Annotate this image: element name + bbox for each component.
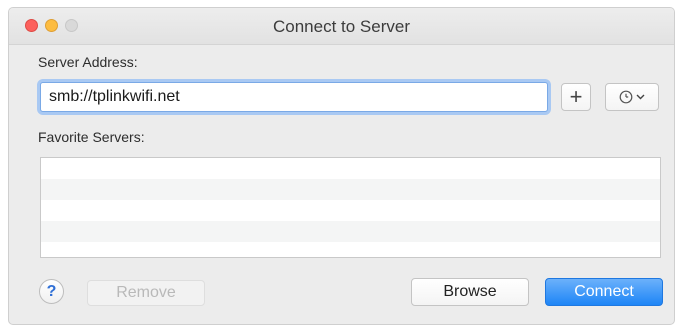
server-address-input[interactable] xyxy=(40,82,548,112)
browse-button[interactable]: Browse xyxy=(411,278,529,306)
favorite-servers-list[interactable] xyxy=(40,157,661,258)
chevron-down-icon xyxy=(636,94,645,100)
server-address-label: Server Address: xyxy=(38,54,138,70)
recent-servers-button[interactable] xyxy=(605,83,659,111)
connect-button[interactable]: Connect xyxy=(545,278,663,306)
add-favorite-button[interactable]: + xyxy=(561,83,591,111)
list-row xyxy=(41,221,660,242)
list-row xyxy=(41,200,660,221)
connect-to-server-window: Connect to Server Server Address: + Favo… xyxy=(8,7,675,325)
window-title: Connect to Server xyxy=(272,17,410,36)
remove-button[interactable]: Remove xyxy=(87,280,205,306)
list-row xyxy=(41,179,660,200)
favorite-servers-label: Favorite Servers: xyxy=(38,129,145,145)
plus-icon: + xyxy=(569,84,583,109)
help-button[interactable]: ? xyxy=(39,279,64,304)
list-row xyxy=(41,158,660,179)
title-bar[interactable]: Connect to Server xyxy=(9,8,674,45)
question-mark-icon: ? xyxy=(46,282,57,300)
clock-icon xyxy=(619,90,633,104)
